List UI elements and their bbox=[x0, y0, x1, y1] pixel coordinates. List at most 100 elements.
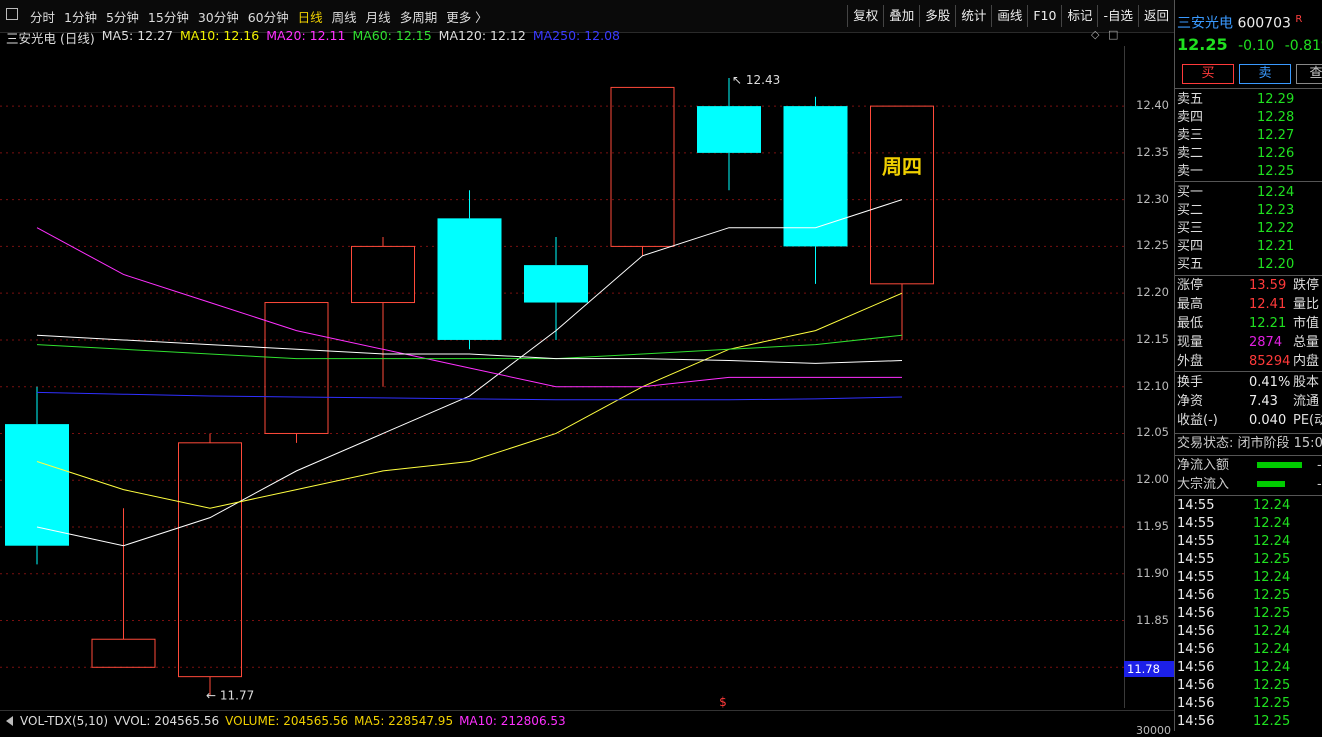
ask-level-label: 卖四 bbox=[1177, 110, 1204, 125]
high-price-label: ↖ 12.43 bbox=[732, 73, 780, 87]
price-tick: 11.85 bbox=[1136, 612, 1169, 627]
period-tab[interactable]: 15分钟 bbox=[148, 7, 189, 26]
tick-price: 12.24 bbox=[1253, 516, 1291, 531]
ma120-label: MA120: 12.12 bbox=[438, 28, 526, 43]
fin-label-2: 股本 bbox=[1293, 375, 1320, 390]
toolbar-button[interactable]: 复权 bbox=[847, 5, 883, 27]
period-tab[interactable]: 更多 〉 bbox=[446, 7, 487, 26]
bid-price: 12.23 bbox=[1257, 203, 1295, 218]
period-tab[interactable]: 1分钟 bbox=[64, 7, 97, 26]
ask-price: 12.25 bbox=[1257, 164, 1295, 179]
ask-price: 12.27 bbox=[1257, 128, 1295, 143]
net-inflow-bar bbox=[1257, 462, 1302, 468]
query-button[interactable]: 查 bbox=[1296, 64, 1322, 84]
low-price-label: ← 11.77 bbox=[206, 688, 254, 702]
bid-price: 12.21 bbox=[1257, 239, 1295, 254]
stat-value: 2874 bbox=[1249, 335, 1283, 350]
ask-price: 12.26 bbox=[1257, 146, 1295, 161]
tick-time: 14:56 bbox=[1177, 588, 1215, 603]
bid-price: 12.22 bbox=[1257, 221, 1295, 236]
period-tab[interactable]: 日线 bbox=[298, 7, 323, 26]
toolbar-button[interactable]: 多股 bbox=[919, 5, 955, 27]
stat-value: 12.21 bbox=[1249, 316, 1287, 331]
price-tick: 12.30 bbox=[1136, 191, 1169, 206]
period-tab[interactable]: 分时 bbox=[30, 7, 55, 26]
tick-price: 12.25 bbox=[1253, 714, 1291, 729]
tick-time: 14:56 bbox=[1177, 678, 1215, 693]
tick-time: 14:56 bbox=[1177, 624, 1215, 639]
vol-indicator-name[interactable]: VOL-TDX(5,10) bbox=[20, 714, 108, 728]
tick-time: 14:56 bbox=[1177, 606, 1215, 621]
price-tick: 11.90 bbox=[1136, 565, 1169, 580]
price-tick: 12.25 bbox=[1136, 238, 1169, 253]
fin-value: 0.040 bbox=[1249, 413, 1287, 428]
stat-value: 13.59 bbox=[1249, 278, 1287, 293]
period-tab[interactable]: 5分钟 bbox=[106, 7, 139, 26]
volume-value: VOLUME: 204565.56 bbox=[225, 714, 349, 728]
toolbar-button[interactable]: 标记 bbox=[1061, 5, 1097, 27]
period-tab[interactable]: 月线 bbox=[366, 7, 391, 26]
bid-price: 12.24 bbox=[1257, 185, 1295, 200]
toolbar-button[interactable]: 叠加 bbox=[883, 5, 919, 27]
ask-level-label: 卖三 bbox=[1177, 128, 1204, 143]
ask-level-label: 卖五 bbox=[1177, 92, 1204, 107]
candle-body bbox=[178, 442, 242, 678]
kline-chart[interactable]: ↖ 12.43 ← 11.77 周四 $ bbox=[0, 46, 1124, 708]
price-tick: 12.05 bbox=[1136, 425, 1169, 440]
tick-price: 12.24 bbox=[1253, 660, 1291, 675]
period-tab[interactable]: 多周期 bbox=[400, 7, 438, 26]
panel-toggle-icon[interactable] bbox=[6, 8, 18, 20]
stat-label: 最高 bbox=[1177, 297, 1204, 312]
stat-label-2: 内盘 bbox=[1293, 354, 1320, 369]
candle-body bbox=[783, 106, 848, 247]
period-tab[interactable]: 60分钟 bbox=[248, 7, 289, 26]
tick-time: 14:56 bbox=[1177, 642, 1215, 657]
tick-time: 14:56 bbox=[1177, 696, 1215, 711]
net-inflow-value: - bbox=[1317, 458, 1322, 473]
collapse-icon[interactable] bbox=[6, 716, 13, 726]
ask-price: 12.29 bbox=[1257, 92, 1295, 107]
tick-time: 14:55 bbox=[1177, 552, 1215, 567]
ask-price: 12.28 bbox=[1257, 110, 1295, 125]
price-axis: 12.40 12.35 12.30 12.25 12.20 12.15 12.10 12.05… bbox=[1124, 46, 1175, 708]
fin-label-2: 流通 bbox=[1293, 394, 1320, 409]
toolbar-button[interactable]: 返回 bbox=[1137, 5, 1174, 27]
tick-price: 12.25 bbox=[1253, 552, 1291, 567]
bid-level-label: 买三 bbox=[1177, 221, 1204, 236]
bid-level-label: 买二 bbox=[1177, 203, 1204, 218]
period-tab[interactable]: 30分钟 bbox=[198, 7, 239, 26]
tick-price: 12.24 bbox=[1253, 624, 1291, 639]
price-tick: 11.95 bbox=[1136, 519, 1169, 533]
chart-title: 三安光电 (日线) bbox=[6, 31, 95, 46]
square-icon[interactable]: □ bbox=[1108, 29, 1118, 40]
price-change: -0.10 bbox=[1238, 38, 1275, 54]
toolbar-button[interactable]: 统计 bbox=[955, 5, 991, 27]
ma250-label: MA250: 12.08 bbox=[532, 28, 620, 43]
fin-value: 0.41% bbox=[1249, 375, 1291, 390]
diamond-icon[interactable]: ◇ bbox=[1091, 29, 1101, 40]
price-tick: 12.00 bbox=[1136, 472, 1169, 487]
trade-status: 交易状态: 闭市阶段 15:0 bbox=[1177, 436, 1322, 451]
bid-level-label: 买一 bbox=[1177, 185, 1204, 200]
tick-price: 12.25 bbox=[1253, 696, 1291, 711]
stat-label: 外盘 bbox=[1177, 354, 1204, 369]
stat-label: 最低 bbox=[1177, 316, 1204, 331]
period-tab[interactable]: 周线 bbox=[332, 7, 357, 26]
candle-body bbox=[351, 245, 415, 304]
dollar-marker: $ bbox=[719, 695, 727, 708]
ask-level-label: 卖一 bbox=[1177, 164, 1204, 179]
fin-label-2: PE(动 bbox=[1293, 413, 1322, 428]
toolbar-button[interactable]: -自选 bbox=[1097, 5, 1138, 27]
sell-button[interactable]: 卖 bbox=[1239, 64, 1291, 84]
bid-level-label: 买四 bbox=[1177, 239, 1204, 254]
tick-time: 14:55 bbox=[1177, 516, 1215, 531]
quote-panel: 三安光电 600703 R 12.25 -0.10 -0.81% 买 卖 查 卖… bbox=[1174, 0, 1322, 731]
tick-price: 12.24 bbox=[1253, 642, 1291, 657]
tick-price: 12.24 bbox=[1253, 498, 1291, 513]
price-tick: 12.15 bbox=[1136, 331, 1169, 346]
buy-button[interactable]: 买 bbox=[1182, 64, 1234, 84]
block-inflow-label: 大宗流入 bbox=[1177, 477, 1230, 492]
toolbar-button[interactable]: F10 bbox=[1027, 5, 1061, 27]
stat-value: 12.41 bbox=[1249, 297, 1287, 312]
toolbar-button[interactable]: 画线 bbox=[991, 5, 1027, 27]
